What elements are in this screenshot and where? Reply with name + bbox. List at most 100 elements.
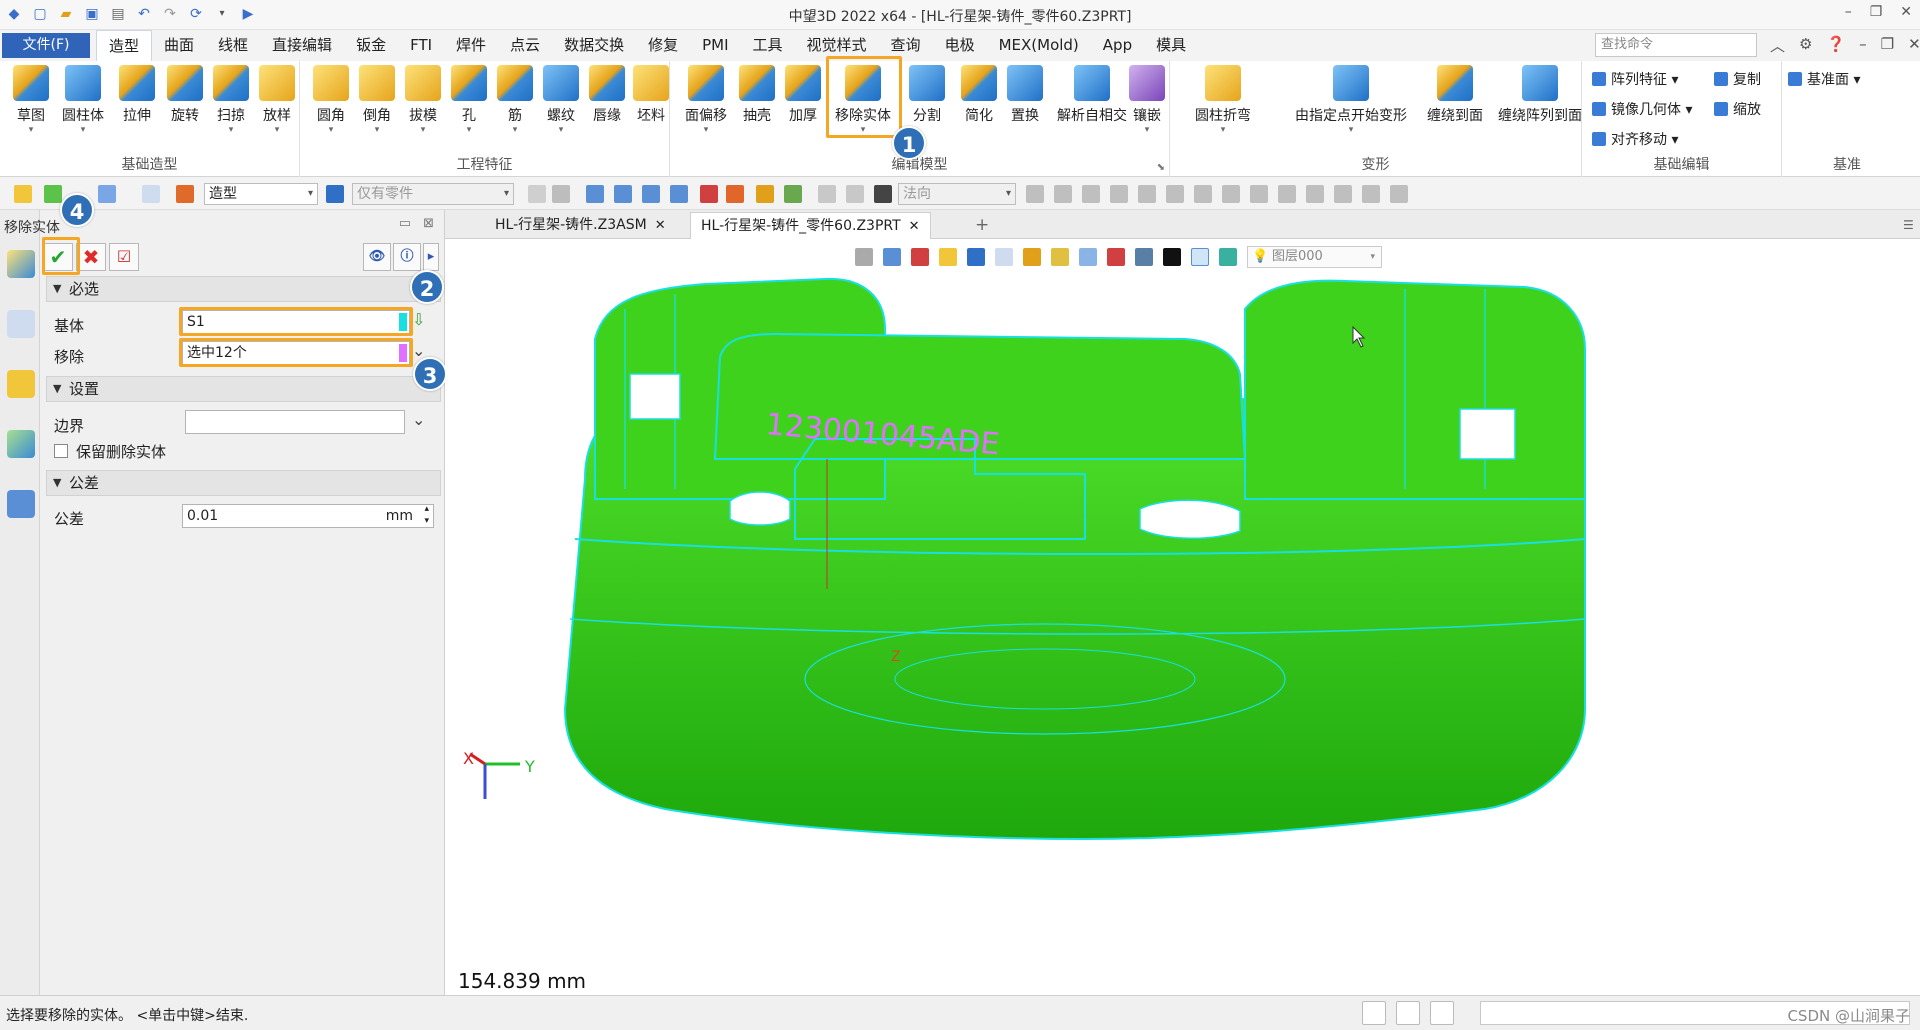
- minimize-button[interactable]: –: [1845, 4, 1852, 20]
- surface-icon[interactable]: [1362, 185, 1380, 203]
- chamfer-button[interactable]: 倒角 ▾: [352, 65, 402, 135]
- menu-tab[interactable]: 焊件: [444, 30, 498, 61]
- wrap-pattern-button[interactable]: 缠绕阵列到面: [1498, 65, 1582, 125]
- menu-tab[interactable]: FTI: [398, 30, 444, 61]
- solid-icon[interactable]: [1390, 185, 1408, 203]
- menu-tab[interactable]: 工具: [741, 30, 795, 61]
- face-offset-button[interactable]: 面偏移 ▾: [676, 65, 736, 135]
- user-manager-icon[interactable]: [7, 490, 35, 518]
- part-filter-combo[interactable]: 仅有零件 ▾: [352, 183, 514, 205]
- menu-tab[interactable]: 线框: [206, 30, 260, 61]
- circle-icon[interactable]: [1222, 185, 1240, 203]
- assembly-manager-icon[interactable]: [7, 310, 35, 338]
- sketch-button[interactable]: 草图 ▾: [6, 65, 56, 135]
- tolerance-field[interactable]: 0.01 mm ▴ ▾: [182, 504, 434, 528]
- polygon-select-icon[interactable]: [142, 185, 160, 203]
- pattern-feature-button[interactable]: 阵列特征 ▾: [1592, 69, 1678, 89]
- sweep-button[interactable]: 扫掠 ▾: [206, 65, 256, 135]
- ok-button[interactable]: ✔: [43, 243, 73, 271]
- file-menu-button[interactable]: 文件(F): [2, 33, 90, 58]
- layer-manager-icon[interactable]: [7, 430, 35, 458]
- preview-eye-button[interactable]: 👁: [363, 243, 391, 271]
- toolbar-icon[interactable]: [528, 185, 546, 203]
- wrap-to-face-button[interactable]: 缠绕到面: [1420, 65, 1490, 125]
- panel-close-icon[interactable]: ⊠: [423, 216, 434, 231]
- menu-tab[interactable]: 模具: [1144, 30, 1198, 61]
- normal-combo[interactable]: 法向 ▾: [898, 183, 1016, 205]
- menu-tab[interactable]: 曲面: [152, 30, 206, 61]
- snap-icon[interactable]: [98, 185, 116, 203]
- intersect-icon[interactable]: [1166, 185, 1184, 203]
- settings-icon[interactable]: [1054, 185, 1072, 203]
- filter-icon[interactable]: [326, 185, 344, 203]
- arc-icon[interactable]: [1250, 185, 1268, 203]
- collapse-ribbon-icon[interactable]: ︿: [1770, 35, 1785, 56]
- menu-tab[interactable]: 视觉样式: [795, 30, 879, 61]
- line-icon[interactable]: [1138, 185, 1156, 203]
- simplify-button[interactable]: 简化: [954, 65, 1004, 125]
- section-settings[interactable]: ▼ 设置: [46, 376, 441, 402]
- status-doc-icon[interactable]: [1362, 1001, 1386, 1025]
- view-manager-icon[interactable]: [7, 370, 35, 398]
- menu-tab[interactable]: PMI: [690, 30, 740, 61]
- timer-icon[interactable]: [818, 185, 836, 203]
- status-list-icon[interactable]: [1430, 1001, 1454, 1025]
- menu-tab[interactable]: 查询: [879, 30, 933, 61]
- panel-expand-button[interactable]: ▸: [423, 243, 439, 271]
- pick-icon[interactable]: [14, 185, 32, 203]
- menu-tab[interactable]: 数据交换: [552, 30, 636, 61]
- align-top-icon[interactable]: [670, 185, 688, 203]
- scale-button[interactable]: 缩放: [1714, 99, 1761, 119]
- cursor-icon[interactable]: [700, 185, 718, 203]
- split-button[interactable]: 分割: [902, 65, 952, 125]
- history-manager-icon[interactable]: [7, 250, 35, 278]
- mirror-geometry-button[interactable]: 镜像几何体 ▾: [1592, 99, 1692, 119]
- help-icon[interactable]: ❓: [1826, 35, 1845, 56]
- curve-icon[interactable]: [1278, 185, 1296, 203]
- apply-button[interactable]: ☑: [109, 243, 139, 271]
- info-button[interactable]: ⓘ: [393, 243, 421, 271]
- status-display-icon[interactable]: [1396, 1001, 1420, 1025]
- settings-gear-icon[interactable]: ⚙: [1799, 35, 1812, 56]
- doc-minimize-button[interactable]: –: [1859, 35, 1867, 56]
- boundary-field[interactable]: [185, 410, 405, 434]
- doc-close-button[interactable]: ✕: [1908, 35, 1920, 56]
- toolbar-icon[interactable]: [552, 185, 570, 203]
- download-icon[interactable]: ⇩: [412, 310, 425, 329]
- revolve-button[interactable]: 旋转: [160, 65, 210, 125]
- circle-center-icon[interactable]: [1194, 185, 1212, 203]
- pointer-icon[interactable]: [1026, 185, 1044, 203]
- align-left-icon[interactable]: [586, 185, 604, 203]
- point-icon[interactable]: [1110, 185, 1128, 203]
- add-icon[interactable]: [44, 185, 62, 203]
- menu-tab[interactable]: 直接编辑: [260, 30, 344, 61]
- align-center-icon[interactable]: [614, 185, 632, 203]
- mode-combo[interactable]: 造型 ▾: [204, 183, 318, 205]
- tangent-icon[interactable]: [1306, 185, 1324, 203]
- cylinder-bend-button[interactable]: 圆柱折弯 ▾: [1188, 65, 1258, 135]
- align-right-icon[interactable]: [642, 185, 660, 203]
- stop-icon[interactable]: [874, 185, 892, 203]
- deform-from-point-button[interactable]: 由指定点开始变形 ▾: [1288, 65, 1414, 135]
- close-tab-icon[interactable]: ✕: [909, 219, 920, 234]
- menu-tab[interactable]: App: [1091, 30, 1144, 61]
- tab-list-icon[interactable]: ☰: [1893, 212, 1920, 239]
- menu-tab[interactable]: 电极: [933, 30, 987, 61]
- fillet-button[interactable]: 圆角 ▾: [306, 65, 356, 135]
- shell-button[interactable]: 抽壳: [732, 65, 782, 125]
- doc-restore-button[interactable]: ❐: [1881, 35, 1894, 56]
- restore-button[interactable]: ❐: [1870, 4, 1883, 20]
- folder-icon[interactable]: [756, 185, 774, 203]
- datum-plane-button[interactable]: 基准面 ▾: [1788, 69, 1860, 89]
- play-icon[interactable]: [1082, 185, 1100, 203]
- image-icon[interactable]: [784, 185, 802, 203]
- section-tolerance[interactable]: ▼ 公差: [46, 470, 441, 496]
- remove-field[interactable]: 选中12个: [182, 341, 410, 365]
- base-field[interactable]: S1: [182, 310, 410, 334]
- lip-button[interactable]: 唇缘: [582, 65, 632, 125]
- close-button[interactable]: ✕: [1900, 4, 1912, 20]
- draft-button[interactable]: 拔模 ▾: [398, 65, 448, 135]
- replace-button[interactable]: 置换: [1000, 65, 1050, 125]
- list-icon[interactable]: [726, 185, 744, 203]
- cancel-button[interactable]: ✖: [76, 243, 106, 271]
